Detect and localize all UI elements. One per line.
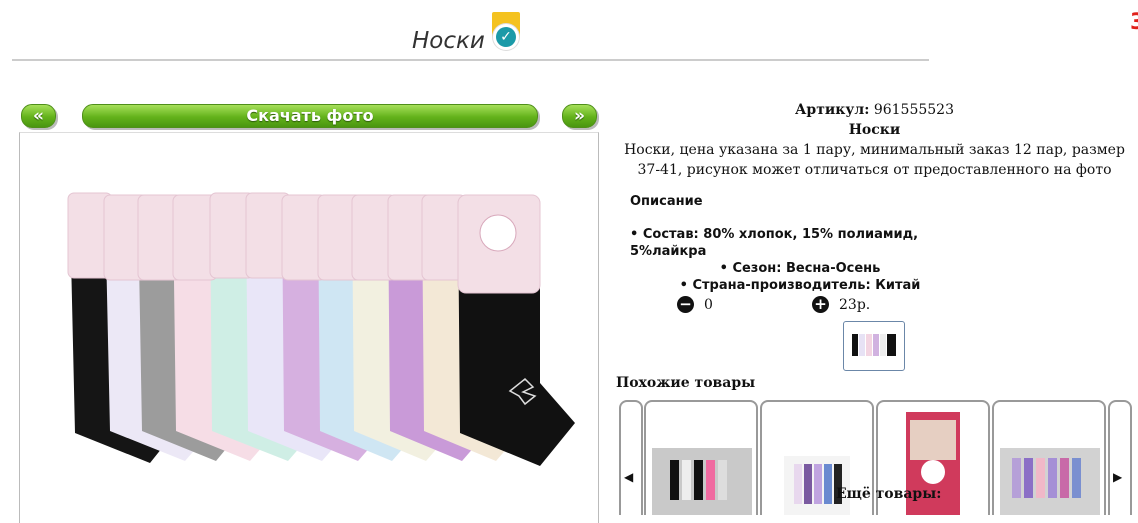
- more-items-heading: Ещё товары:: [836, 486, 942, 502]
- carousel-prev[interactable]: [619, 400, 643, 515]
- quantity-stepper: − 0: [677, 296, 713, 313]
- photo-thumbnail[interactable]: [843, 321, 905, 371]
- verified-check-icon: ✓: [492, 12, 520, 52]
- close-icon[interactable]: 3: [1130, 10, 1138, 35]
- spec-list: • Состав: 80% хлопок, 15% полиамид, 5%ла…: [630, 226, 970, 294]
- next-photo-button[interactable]: »: [562, 104, 597, 128]
- list-item: • Сезон: Весна-Осень: [719, 261, 881, 276]
- product-name: Носки: [848, 122, 901, 138]
- similar-item[interactable]: [644, 400, 758, 515]
- product-photo: [19, 132, 599, 523]
- article-value: 961555523: [873, 102, 954, 118]
- article-label: Артикул:: [795, 102, 870, 118]
- chevron-right-icon[interactable]: ▶: [1113, 470, 1122, 484]
- quantity-value: 0: [704, 296, 713, 313]
- plus-icon[interactable]: +: [812, 296, 829, 313]
- similar-heading: Похожие товары: [616, 375, 756, 391]
- list-item: • Страна-производитель: Китай: [679, 278, 921, 293]
- price-group: + 23р.: [812, 296, 870, 313]
- chevron-left-icon[interactable]: ◀: [624, 470, 633, 484]
- price-value: 23р.: [839, 296, 871, 313]
- header-divider: [12, 59, 929, 61]
- carousel-next[interactable]: [1108, 400, 1132, 515]
- list-item: • Состав: 80% хлопок, 15% полиамид, 5%ла…: [630, 227, 919, 259]
- similar-item[interactable]: [992, 400, 1106, 515]
- socks-image: [67, 192, 575, 466]
- download-photo-button[interactable]: Скачать фото: [82, 104, 538, 128]
- product-info: Артикул: 961555523 Носки Носки, цена ука…: [612, 100, 1137, 180]
- page-title: Носки: [412, 28, 485, 54]
- minus-icon[interactable]: −: [677, 296, 694, 313]
- product-summary: Носки, цена указана за 1 пару, минимальн…: [624, 142, 1125, 178]
- prev-photo-button[interactable]: «: [21, 104, 56, 128]
- description-heading: Описание: [630, 194, 703, 209]
